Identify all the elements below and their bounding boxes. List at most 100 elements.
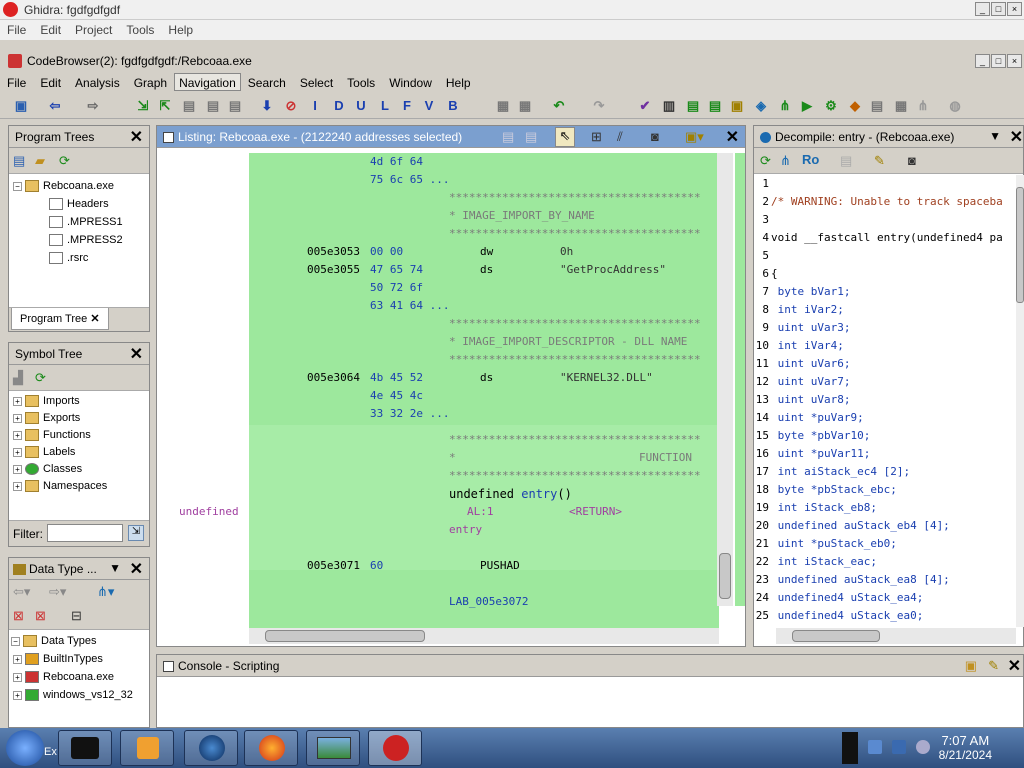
listing-options-icon[interactable]: ▣▾ xyxy=(685,129,704,145)
decomp-hscroll-thumb[interactable] xyxy=(792,630,880,642)
tree-item-mpress1[interactable]: .MPRESS1 xyxy=(49,214,123,231)
taskbar-firefox-icon[interactable] xyxy=(244,730,298,766)
program-tree-tab[interactable]: Program Tree ✕ xyxy=(11,308,109,330)
symbol-action-icon[interactable]: ▟ xyxy=(13,370,23,386)
memory-icon[interactable]: ▥ xyxy=(660,97,678,115)
dt-forward-icon[interactable]: ⇨▾ xyxy=(49,584,66,600)
doc-icon[interactable]: ▤ xyxy=(868,97,886,115)
decompile-line[interactable]: 13 uint uVar8; xyxy=(754,391,851,409)
decomp-snapshot-icon[interactable]: ◙ xyxy=(908,153,916,168)
check-icon[interactable]: ✔ xyxy=(636,97,654,115)
nav-data-icon[interactable]: ▤ xyxy=(180,97,198,115)
refresh-tree-icon[interactable]: ⟳ xyxy=(59,153,70,169)
decompile-line[interactable]: 21 uint *puStack_eb0; xyxy=(754,535,897,553)
symbol-functions[interactable]: + Functions xyxy=(13,427,91,444)
menu-search[interactable]: Search xyxy=(241,73,293,90)
decomp-readonly-icon[interactable]: Ro xyxy=(802,152,819,167)
listing-hscroll[interactable] xyxy=(249,628,719,644)
tray-network-icon[interactable] xyxy=(868,740,882,754)
diamond-icon[interactable]: ◆ xyxy=(846,97,864,115)
decomp-refresh-icon[interactable]: ⟳ xyxy=(760,153,771,169)
decompile-line[interactable]: 23 undefined auStack_ea8 [4]; xyxy=(754,571,950,589)
console-lock-icon[interactable]: ▣ xyxy=(965,658,977,674)
decompile-line[interactable]: 18 byte *pbStack_ebc; xyxy=(754,481,897,499)
symbol-filter-input[interactable] xyxy=(47,524,123,542)
entry-label[interactable]: entry xyxy=(449,521,482,539)
data-type-close-icon[interactable]: ✕ xyxy=(130,559,143,579)
decompile-line[interactable]: 20 undefined auStack_eb4 [4]; xyxy=(754,517,950,535)
chat-icon[interactable]: ◍ xyxy=(946,97,964,115)
down-arrow-icon[interactable]: ⬇ xyxy=(258,97,276,115)
decompile-line[interactable]: 17 int aiStack_ec4 [2]; xyxy=(754,463,910,481)
listing-vscroll[interactable] xyxy=(717,153,733,606)
dt-collapse-icon[interactable]: ⊟ xyxy=(71,608,82,624)
taskbar-ghidra-icon[interactable] xyxy=(368,730,422,766)
cb-maximize-button[interactable]: □ xyxy=(991,54,1006,68)
decompile-line[interactable]: 3 xyxy=(754,211,771,229)
outer-menu-help[interactable]: Help xyxy=(161,20,200,37)
listing-vscroll-thumb[interactable] xyxy=(719,553,731,599)
console-close-icon[interactable]: ✕ xyxy=(1008,656,1021,676)
outer-menu-tools[interactable]: Tools xyxy=(119,20,161,37)
tree-item-mpress2[interactable]: .MPRESS2 xyxy=(49,232,123,249)
data-type-menu-icon[interactable]: ▼ xyxy=(109,561,121,575)
call-tree-icon[interactable]: ⋔ xyxy=(776,97,794,115)
data-d-icon[interactable]: D xyxy=(330,97,348,115)
paste-icon[interactable]: ▤ xyxy=(525,129,537,145)
tab-close-icon[interactable]: ✕ xyxy=(90,313,99,325)
outer-menu-edit[interactable]: Edit xyxy=(33,20,68,37)
tree-icon[interactable]: ⋔ xyxy=(914,97,932,115)
decompile-line[interactable]: 16 uint *puVar11; xyxy=(754,445,871,463)
tray-display-icon[interactable] xyxy=(892,740,906,754)
taskbar-globe-icon[interactable] xyxy=(184,730,238,766)
symbol-labels[interactable]: + Labels xyxy=(13,444,75,461)
decompile-line[interactable]: 25 undefined4 uStack_ea0; xyxy=(754,607,924,625)
console-clear-icon[interactable]: ✎ xyxy=(988,658,999,674)
tray-volume-icon[interactable] xyxy=(916,740,930,754)
tree-item-headers[interactable]: Headers xyxy=(49,196,109,213)
dt-filter2-icon[interactable]: ⊠ xyxy=(35,608,46,624)
copy-icon[interactable]: ▤ xyxy=(502,129,514,145)
table-icon[interactable]: ▦ xyxy=(892,97,910,115)
forward-arrow-icon[interactable]: ⇨ xyxy=(84,97,102,115)
bytes-icon[interactable]: ▤ xyxy=(684,97,702,115)
decompile-line[interactable]: 24 undefined4 uStack_ea4; xyxy=(754,589,924,607)
undefine-u-icon[interactable]: U xyxy=(352,97,370,115)
decompile-line[interactable]: 11 uint uVar6; xyxy=(754,355,851,373)
save-icon[interactable]: ▣ xyxy=(12,97,30,115)
menu-select[interactable]: Select xyxy=(293,73,340,90)
nav-next-icon[interactable]: ⇲ xyxy=(134,97,152,115)
snapshot-icon[interactable]: ◙ xyxy=(651,129,659,144)
start-button[interactable] xyxy=(6,730,44,766)
decomp-hscroll[interactable] xyxy=(776,628,1016,644)
func-signature[interactable]: undefined entry() xyxy=(449,485,572,503)
listing-icon[interactable]: ▤ xyxy=(706,97,724,115)
menu-analysis[interactable]: Analysis xyxy=(68,73,127,90)
redo-icon[interactable]: ↷ xyxy=(590,97,608,115)
tray-show-desktop[interactable] xyxy=(842,732,858,764)
listing-overview-bar[interactable] xyxy=(735,153,745,606)
symbol-classes[interactable]: + Classes xyxy=(13,461,82,478)
dt-windows[interactable]: + windows_vs12_32 xyxy=(13,687,133,704)
symbol-namespaces[interactable]: + Namespaces xyxy=(13,478,107,495)
dt-back-icon[interactable]: ⇦▾ xyxy=(13,584,30,600)
layout-icon[interactable]: ⊞ xyxy=(591,129,602,145)
menu-help[interactable]: Help xyxy=(439,73,478,90)
maximize-button[interactable]: □ xyxy=(991,2,1006,16)
tool-split-icon[interactable]: ▦ xyxy=(516,97,534,115)
cb-minimize-button[interactable]: _ xyxy=(975,54,990,68)
outer-menu-project[interactable]: Project xyxy=(68,20,119,37)
decomp-copy-icon[interactable]: ▤ xyxy=(840,153,852,169)
undo-icon[interactable]: ↶ xyxy=(550,97,568,115)
decompile-line[interactable]: 12 uint uVar7; xyxy=(754,373,851,391)
listing-close-icon[interactable]: ✕ xyxy=(726,127,739,147)
open-folder-icon[interactable]: ▰ xyxy=(35,153,45,169)
dt-filter-icon[interactable]: ⊠ xyxy=(13,608,24,624)
nav-undef-icon[interactable]: ▤ xyxy=(204,97,222,115)
disassemble-i-icon[interactable]: I xyxy=(306,97,324,115)
decomp-vscroll-thumb[interactable] xyxy=(1016,187,1024,303)
symbol-tree-close-icon[interactable]: ✕ xyxy=(130,344,143,364)
menu-window[interactable]: Window xyxy=(382,73,439,90)
decomp-edit-icon[interactable]: ✎ xyxy=(874,153,885,169)
tree-item-rsrc[interactable]: .rsrc xyxy=(49,250,88,267)
